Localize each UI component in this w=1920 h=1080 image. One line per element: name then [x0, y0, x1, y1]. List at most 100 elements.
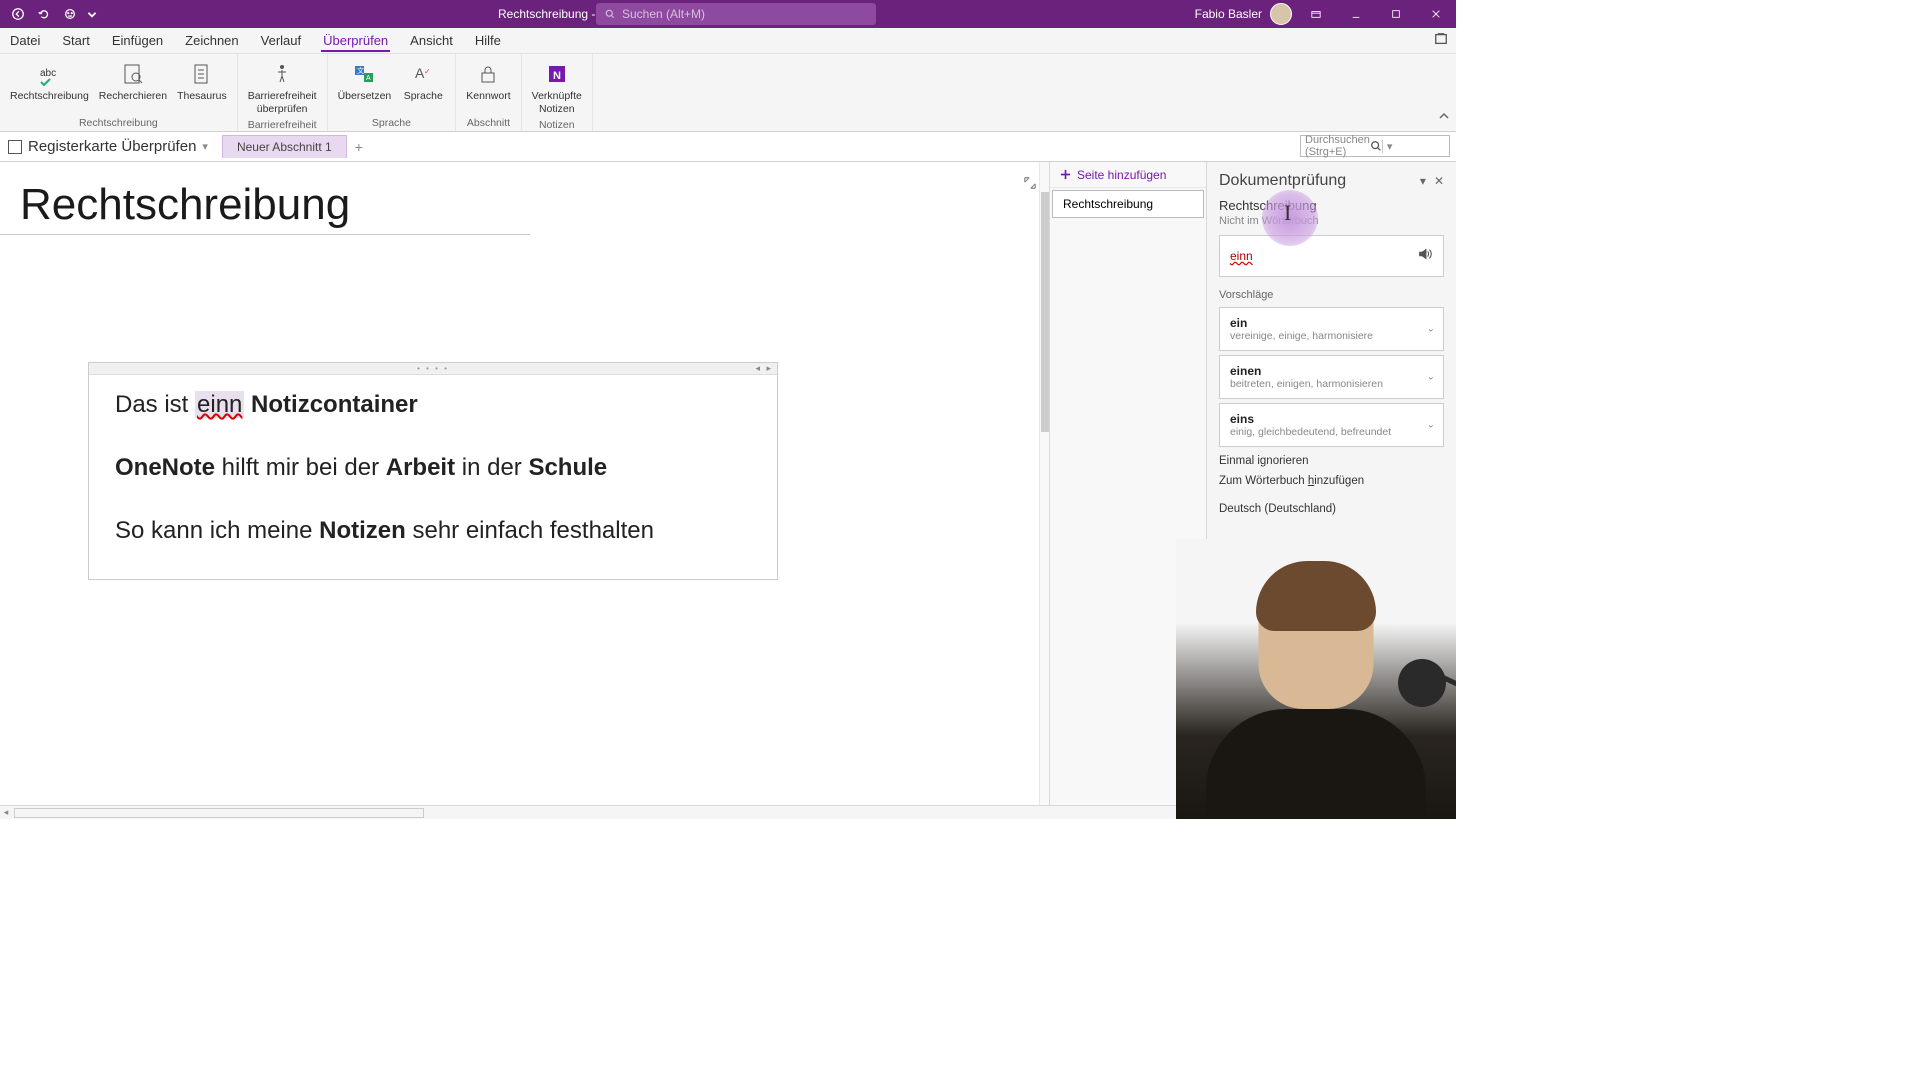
chevron-down-icon[interactable]: ⌄ — [1427, 324, 1435, 335]
user-name[interactable]: Fabio Basler — [1195, 7, 1262, 21]
menu-start[interactable]: Start — [60, 29, 91, 52]
menu-ueberpruefen[interactable]: Überprüfen — [321, 29, 390, 52]
ribbon-spellcheck[interactable]: abc Rechtschreibung — [6, 58, 93, 115]
page-canvas[interactable]: Rechtschreibung • • • • ◂ ▸ Das ist einn… — [0, 162, 1049, 805]
speak-button[interactable] — [1417, 246, 1433, 267]
add-page-button[interactable]: Seite hinzufügen — [1050, 162, 1206, 188]
ribbon-group-language: Sprache — [372, 115, 411, 131]
ribbon-language[interactable]: A✓ Sprache — [397, 58, 449, 115]
chevron-down-icon[interactable]: ⌄ — [1427, 372, 1435, 383]
ribbon-display-button[interactable] — [1300, 2, 1332, 26]
maximize-button[interactable] — [1380, 2, 1412, 26]
error-word: einn — [1230, 249, 1253, 263]
text-line-3[interactable]: So kann ich meine Notizen sehr einfach f… — [115, 515, 751, 546]
spellcheck-icon: abc — [37, 60, 61, 88]
panel-options-button[interactable]: ▾ — [1420, 174, 1426, 188]
page-search-placeholder: Durchsuchen (Strg+E) — [1305, 134, 1370, 158]
add-section-button[interactable]: + — [355, 139, 363, 155]
ribbon-translate[interactable]: 文A Übersetzen — [334, 58, 396, 115]
svg-text:文: 文 — [357, 66, 364, 75]
webcam-overlay — [1176, 539, 1456, 819]
svg-text:✓: ✓ — [424, 67, 431, 76]
titlebar: Rechtschreibung - OneNote Suchen (Alt+M)… — [0, 0, 1456, 28]
svg-text:abc: abc — [40, 68, 56, 79]
ribbon-thesaurus[interactable]: Thesaurus — [173, 58, 231, 115]
panel-note: Nicht im Wörterbuch — [1219, 215, 1444, 227]
expand-icon[interactable] — [1023, 176, 1037, 195]
undo-button[interactable] — [34, 4, 54, 24]
ribbon: abc Rechtschreibung Recherchieren Thesau… — [0, 54, 1456, 132]
search-box[interactable]: Suchen (Alt+M) — [596, 3, 876, 25]
menu-einfuegen[interactable]: Einfügen — [110, 29, 165, 52]
accessibility-icon — [270, 60, 294, 88]
notebook-name: Registerkarte Überprüfen — [28, 138, 196, 155]
ribbon-password[interactable]: Kennwort — [462, 58, 514, 115]
chevron-down-icon[interactable]: ⌄ — [1427, 420, 1435, 431]
resize-arrows-icon[interactable]: ◂ ▸ — [755, 363, 773, 374]
page-item[interactable]: Rechtschreibung — [1052, 190, 1204, 218]
section-tab[interactable]: Neuer Abschnitt 1 — [222, 135, 347, 158]
add-to-dictionary-link[interactable]: Zum Wörterbuch hinzufügen — [1219, 471, 1444, 491]
ignore-once-link[interactable]: Einmal ignorieren — [1219, 451, 1444, 471]
spelling-error[interactable]: einn — [195, 391, 244, 418]
suggestion-item[interactable]: eins einig, gleichbedeutend, befreundet … — [1219, 403, 1444, 447]
plus-icon — [1060, 169, 1071, 180]
language-label[interactable]: Deutsch (Deutschland) — [1219, 503, 1444, 515]
container-drag-handle[interactable]: • • • • ◂ ▸ — [89, 363, 777, 375]
search-icon — [604, 8, 616, 20]
notebook-selector[interactable]: Registerkarte Überprüfen ▾ — [8, 138, 218, 155]
vertical-scrollbar[interactable] — [1039, 162, 1049, 805]
menu-zeichnen[interactable]: Zeichnen — [183, 29, 240, 52]
ribbon-group-accessibility: Barrierefreiheit — [248, 117, 317, 133]
suggestions-label: Vorschläge — [1219, 289, 1444, 301]
collapse-ribbon[interactable] — [1438, 109, 1450, 127]
onenote-icon: N — [545, 60, 569, 88]
panel-subtitle: Rechtschreibung — [1219, 198, 1444, 213]
close-button[interactable] — [1420, 2, 1452, 26]
thesaurus-icon — [190, 60, 214, 88]
panel-title: Dokumentprüfung — [1219, 172, 1346, 190]
search-dropdown[interactable]: ▾ — [1382, 140, 1445, 153]
share-button[interactable] — [1434, 32, 1448, 49]
scroll-left-button[interactable]: ◂ — [0, 807, 12, 818]
search-placeholder: Suchen (Alt+M) — [622, 7, 705, 21]
translate-icon: 文A — [352, 60, 376, 88]
menu-verlauf[interactable]: Verlauf — [259, 29, 303, 52]
grip-icon: • • • • — [417, 364, 449, 373]
page-search[interactable]: Durchsuchen (Strg+E) ▾ — [1300, 135, 1450, 157]
text-line-1[interactable]: Das ist einn Notizcontainer — [115, 389, 751, 420]
scrollbar-thumb[interactable] — [1041, 192, 1049, 432]
note-container[interactable]: • • • • ◂ ▸ Das ist einn Notizcontainer … — [88, 362, 778, 580]
ribbon-group-spellcheck: Rechtschreibung — [79, 115, 158, 131]
ribbon-linked-notes[interactable]: N Verknüpfte Notizen — [528, 58, 586, 117]
suggestion-item[interactable]: einen beitreten, einigen, harmonisieren … — [1219, 355, 1444, 399]
notebook-icon — [8, 140, 22, 154]
language-icon: A✓ — [411, 60, 435, 88]
menu-datei[interactable]: Datei — [8, 29, 42, 52]
ribbon-group-section: Abschnitt — [467, 115, 510, 131]
qat-dropdown[interactable] — [86, 4, 98, 24]
suggestion-item[interactable]: ein vereinige, einige, harmonisiere ⌄ — [1219, 307, 1444, 351]
menu-ansicht[interactable]: Ansicht — [408, 29, 455, 52]
text-line-2[interactable]: OneNote hilft mir bei der Arbeit in der … — [115, 452, 751, 483]
ribbon-group-notes: Notizen — [539, 117, 575, 133]
avatar[interactable] — [1270, 3, 1292, 25]
svg-text:A: A — [366, 75, 371, 82]
back-button[interactable] — [8, 4, 28, 24]
page-title[interactable]: Rechtschreibung — [0, 162, 1049, 234]
research-icon — [121, 60, 145, 88]
panel-close-button[interactable]: ✕ — [1434, 174, 1444, 188]
horizontal-scrollbar[interactable] — [14, 808, 424, 818]
ribbon-research[interactable]: Recherchieren — [95, 58, 171, 115]
microphone-icon — [1398, 659, 1446, 707]
minimize-button[interactable] — [1340, 2, 1372, 26]
text-cursor-icon: I — [1284, 200, 1291, 226]
title-divider — [0, 234, 530, 235]
svg-text:N: N — [553, 70, 561, 82]
ribbon-accessibility[interactable]: Barrierefreiheit überprüfen — [244, 58, 321, 117]
section-tabbar: Registerkarte Überprüfen ▾ Neuer Abschni… — [0, 132, 1456, 162]
lock-icon — [476, 60, 500, 88]
menu-hilfe[interactable]: Hilfe — [473, 29, 503, 52]
search-icon — [1370, 140, 1382, 152]
touch-mode-button[interactable] — [60, 4, 80, 24]
